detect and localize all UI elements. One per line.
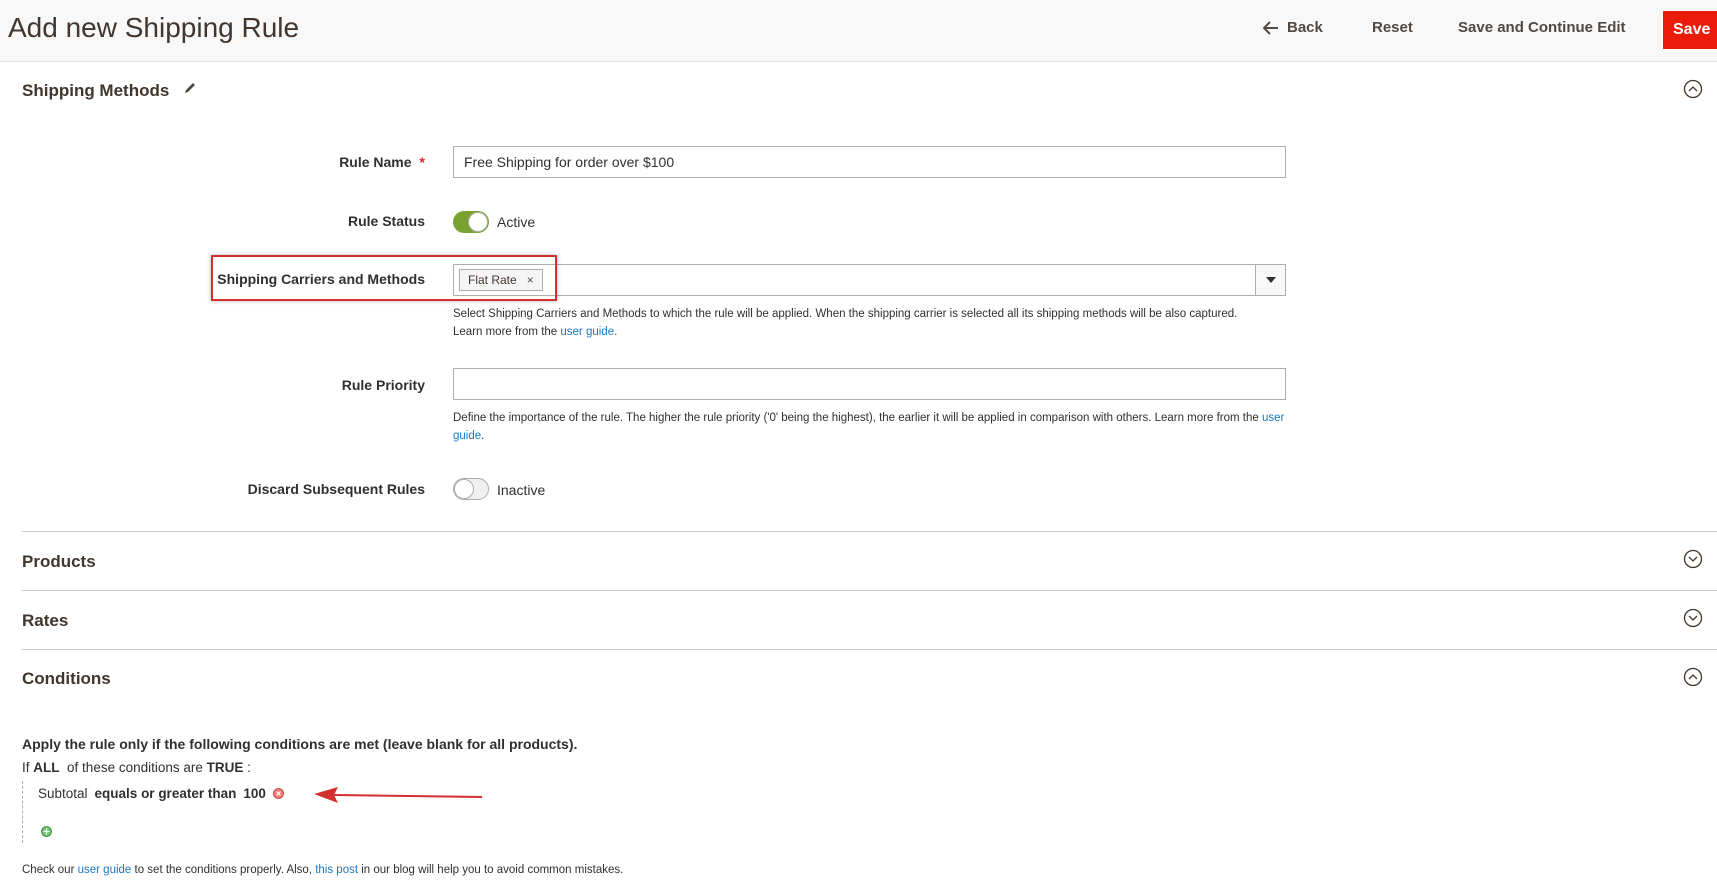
this-post-link[interactable]: this post: [315, 864, 358, 876]
condition-rule: Subtotal equals or greater than 100: [38, 786, 284, 801]
annotation-arrow: [314, 787, 483, 803]
divider: [22, 531, 1717, 532]
page-header: Add new Shipping Rule Back Reset Save an…: [0, 0, 1717, 62]
aggregator-select[interactable]: ALL: [33, 760, 59, 775]
rule-name-label: Rule Name *: [339, 154, 425, 170]
carriers-note-end: .: [614, 326, 618, 338]
conditions-heading: Apply the rule only if the following con…: [22, 736, 578, 752]
carriers-note: Select Shipping Carriers and Methods to …: [453, 305, 1293, 341]
user-guide-link[interactable]: user guide: [78, 864, 132, 876]
save-and-continue-button[interactable]: Save and Continue Edit: [1458, 19, 1626, 36]
carriers-multiselect[interactable]: Flat Rate ×: [453, 264, 1286, 296]
condition-attribute: Subtotal: [38, 786, 88, 801]
rule-status-label: Rule Status: [347, 213, 425, 229]
footer-text-3: in our blog will help you to avoid commo…: [358, 864, 624, 876]
rule-priority-input[interactable]: [453, 368, 1286, 400]
discard-label: Discard Subsequent Rules: [247, 481, 425, 497]
user-guide-link[interactable]: user guide: [560, 326, 614, 338]
rule-name-label-text: Rule Name: [339, 154, 412, 170]
toggle-knob: [468, 212, 488, 232]
required-mark: *: [419, 154, 425, 170]
value-select[interactable]: TRUE: [207, 760, 244, 775]
condition-operator[interactable]: equals or greater than: [95, 786, 237, 801]
annotation-highlight-box: [211, 255, 557, 301]
chevron-up-circle-icon[interactable]: [1683, 79, 1703, 99]
carriers-note-learn: Learn more from the: [453, 326, 561, 338]
chevron-down-circle-icon[interactable]: [1683, 608, 1703, 628]
rule-status-toggle[interactable]: [453, 211, 489, 233]
footer-text-2: to set the conditions properly. Also,: [131, 864, 316, 876]
if-text: If: [22, 760, 30, 775]
section-title-products[interactable]: Products: [22, 552, 96, 572]
save-button[interactable]: Save: [1663, 11, 1717, 49]
conditions-aggregator-line: If ALL of these conditions are TRUE :: [22, 760, 251, 775]
carriers-note-text: Select Shipping Carriers and Methods to …: [453, 308, 1238, 320]
section-title-rates[interactable]: Rates: [22, 611, 68, 631]
priority-note-text: Define the importance of the rule. The h…: [453, 412, 1262, 424]
pencil-icon[interactable]: [183, 81, 197, 95]
priority-note: Define the importance of the rule. The h…: [453, 409, 1293, 445]
back-button[interactable]: Back: [1263, 19, 1323, 36]
discard-toggle[interactable]: [453, 478, 489, 500]
rule-status-text: Active: [497, 214, 536, 230]
chevron-up-circle-icon[interactable]: [1683, 667, 1703, 687]
caret-down-icon: [1265, 277, 1276, 283]
page-title: Add new Shipping Rule: [8, 12, 300, 43]
toggle-knob: [454, 479, 474, 499]
colon-text: :: [247, 760, 251, 775]
divider: [22, 590, 1717, 591]
middle-text: of these conditions are: [67, 760, 203, 775]
section-title-shipping-methods[interactable]: Shipping Methods: [22, 81, 169, 101]
rule-priority-label: Rule Priority: [341, 377, 425, 393]
divider: [22, 649, 1717, 650]
remove-condition-icon[interactable]: [272, 788, 284, 799]
conditions-footer-note: Check our user guide to set the conditio…: [22, 864, 623, 876]
condition-value[interactable]: 100: [243, 786, 266, 801]
back-label: Back: [1287, 19, 1323, 36]
add-condition-icon[interactable]: [41, 826, 52, 837]
rule-name-input[interactable]: [453, 146, 1286, 178]
section-title-conditions[interactable]: Conditions: [22, 669, 111, 689]
arrow-left-icon: [1263, 20, 1278, 35]
conditions-tree-line: [22, 781, 24, 843]
priority-note-end: .: [481, 430, 485, 442]
discard-text: Inactive: [497, 482, 546, 498]
footer-text-1: Check our: [22, 864, 78, 876]
reset-button[interactable]: Reset: [1372, 19, 1413, 36]
dropdown-toggle[interactable]: [1255, 265, 1285, 295]
chevron-down-circle-icon[interactable]: [1683, 549, 1703, 569]
